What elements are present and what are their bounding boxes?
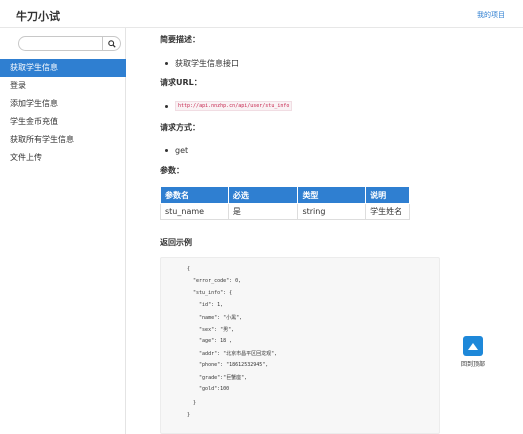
my-projects-link[interactable]: 我的项目	[477, 10, 505, 20]
code-line: }	[187, 412, 191, 418]
search-button[interactable]	[102, 36, 120, 51]
method-item: get	[165, 146, 188, 155]
search-icon	[107, 39, 116, 48]
summary-heading: 简要描述：	[160, 35, 200, 44]
params-header-row: 参数名 必选 类型 说明	[160, 186, 410, 204]
search-input[interactable]	[25, 38, 103, 49]
code-line: "id": 1,	[187, 302, 224, 308]
request-url: http://api.nnzhp.cn/api/user/stu_info	[175, 101, 293, 111]
url-item: http://api.nnzhp.cn/api/user/stu_info	[165, 101, 293, 111]
back-to-top[interactable]: 回到顶部	[456, 336, 490, 368]
back-to-top-button[interactable]	[463, 336, 483, 356]
summary-text: 获取学生信息接口	[175, 59, 239, 68]
sidebar-item-login[interactable]: 登录	[0, 77, 126, 95]
col-header-type: 类型	[297, 186, 367, 204]
bullet-dot	[165, 149, 168, 152]
chevron-up-icon	[468, 342, 478, 350]
back-to-top-label: 回到顶部	[460, 361, 485, 368]
cell-param-type: string	[297, 203, 367, 220]
sidebar-item-add-student[interactable]: 添加学生信息	[0, 95, 126, 113]
code-line: {	[187, 266, 191, 272]
sidebar-item-file-upload[interactable]: 文件上传	[0, 149, 126, 167]
sidebar-item-gold-recharge[interactable]: 学生金币充值	[0, 113, 126, 131]
code-line: }	[187, 400, 197, 406]
params-table: 参数名 必选 类型 说明 stu_name 是 string 学生姓名	[160, 186, 410, 220]
table-row: stu_name 是 string 学生姓名	[160, 203, 410, 220]
sidebar-item-get-student-info[interactable]: 获取学生信息	[0, 59, 126, 77]
request-method: get	[175, 146, 189, 155]
code-line: "phone": "18612532945",	[187, 362, 269, 368]
cell-param-name: stu_name	[160, 203, 229, 220]
summary-item: 获取学生信息接口	[165, 58, 239, 69]
brand-title: 牛刀小试	[16, 10, 60, 23]
col-header-required: 必选	[227, 186, 299, 204]
search-box	[18, 36, 121, 51]
sidebar-item-get-all-students[interactable]: 获取所有学生信息	[0, 131, 126, 149]
col-header-desc: 说明	[365, 186, 410, 204]
code-line: "gold":100	[187, 386, 230, 392]
code-line: "sex": "男",	[187, 327, 235, 333]
url-heading: 请求URL：	[160, 78, 202, 87]
top-bar: 牛刀小试 我的项目	[0, 0, 523, 28]
return-heading: 返回示例	[160, 238, 192, 247]
bullet-dot	[165, 104, 168, 108]
code-line: "grade":"巨蟹座",	[187, 375, 248, 381]
code-line: "error_code": 0,	[187, 278, 242, 284]
code-line: "name": "小黑",	[187, 315, 243, 321]
cell-param-required: 是	[227, 203, 299, 220]
code-line: "addr": "北京市昌平区回龙观",	[187, 351, 278, 357]
sidebar: 获取学生信息 登录 添加学生信息 学生金币充值 获取所有学生信息 文件上传	[0, 28, 126, 434]
cell-param-desc: 学生姓名	[365, 203, 410, 220]
return-example-code: { "error_code": 0, "stu_info": { "id": 1…	[160, 257, 440, 434]
sidebar-nav: 获取学生信息 登录 添加学生信息 学生金币充值 获取所有学生信息 文件上传	[0, 59, 126, 167]
col-header-name: 参数名	[160, 186, 229, 204]
bullet-dot	[165, 62, 168, 65]
method-heading: 请求方式：	[160, 123, 200, 132]
params-heading: 参数：	[160, 166, 184, 175]
code-line: "stu_info": {	[187, 290, 233, 296]
code-line: "age": 18 ,	[187, 338, 233, 344]
